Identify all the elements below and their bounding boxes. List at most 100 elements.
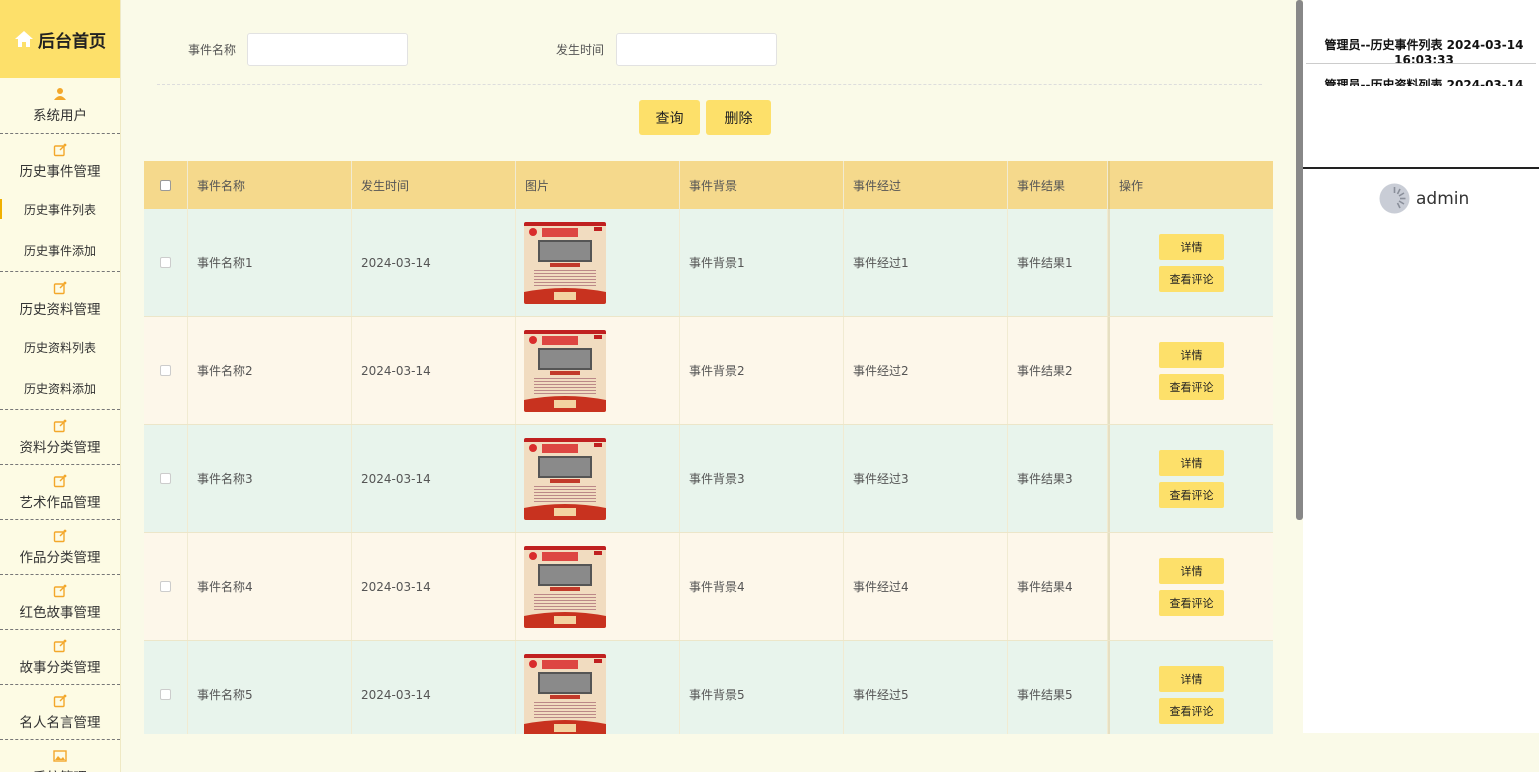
row-checkbox[interactable] — [160, 473, 171, 484]
table-row: 事件名称5 2024-03-14 事件背景5 事件经过5 事件结果5 详情 查看评论 — [144, 641, 1273, 734]
sidebar-item-8[interactable]: 名人名言管理 — [0, 685, 120, 740]
detail-button[interactable]: 详情 — [1159, 233, 1224, 260]
event-background-cell: 事件背景5 — [680, 641, 844, 734]
sidebar-item-0[interactable]: 系统用户 — [0, 78, 120, 134]
event-image-cell — [516, 533, 680, 640]
event-name-cell: 事件名称2 — [188, 317, 352, 424]
panel-divider — [1303, 167, 1539, 169]
submenu-item[interactable]: 历史事件列表 — [0, 189, 120, 230]
event-card-image[interactable] — [524, 653, 606, 735]
row-checkbox-cell — [144, 209, 188, 316]
event-card-image[interactable] — [524, 545, 606, 628]
event-result-cell: 事件结果3 — [1008, 425, 1108, 532]
header-background: 事件背景 — [680, 161, 844, 209]
event-result-cell: 事件结果1 — [1008, 209, 1108, 316]
row-checkbox-cell — [144, 533, 188, 640]
row-checkbox[interactable] — [160, 689, 171, 700]
row-checkbox[interactable] — [160, 581, 171, 592]
time-input[interactable] — [616, 33, 777, 66]
edit-icon — [53, 584, 67, 598]
actions-cell: 详情 查看评论 — [1108, 641, 1273, 734]
edit-icon — [53, 529, 67, 543]
sidebar-item-7[interactable]: 故事分类管理 — [0, 630, 120, 685]
event-process-cell: 事件经过1 — [844, 209, 1008, 316]
sidebar-item-label: 红色故事管理 — [19, 604, 101, 621]
event-card-image[interactable] — [524, 221, 606, 304]
right-panel: 管理员--历史事件列表 2024-03-14 16:03:33 管理员--历史资… — [1303, 0, 1539, 733]
sidebar-item-label: 系统管理 — [33, 766, 87, 772]
detail-button[interactable]: 详情 — [1159, 665, 1224, 692]
scrollbar[interactable] — [1296, 0, 1303, 520]
select-all-cell — [144, 161, 188, 209]
table-row: 事件名称3 2024-03-14 事件背景3 事件经过3 事件结果3 详情 查看评论 — [144, 425, 1273, 533]
header-time: 发生时间 — [352, 161, 516, 209]
sidebar-item-6[interactable]: 红色故事管理 — [0, 575, 120, 630]
sidebar-item-2[interactable]: 历史资料管理 — [0, 272, 120, 327]
sidebar-item-9[interactable]: 系统管理 — [0, 740, 120, 772]
event-name-cell: 事件名称1 — [188, 209, 352, 316]
events-table: 事件名称 发生时间 图片 事件背景 事件经过 事件结果 操作 事件名称1 2024… — [144, 161, 1273, 734]
edit-icon — [53, 281, 67, 295]
view-comments-button[interactable]: 查看评论 — [1159, 697, 1224, 724]
event-result-cell: 事件结果5 — [1008, 641, 1108, 734]
event-name-cell: 事件名称3 — [188, 425, 352, 532]
event-name-cell: 事件名称5 — [188, 641, 352, 734]
home-link[interactable]: 后台首页 — [0, 0, 120, 78]
event-time-cell: 2024-03-14 — [352, 425, 516, 532]
view-comments-button[interactable]: 查看评论 — [1159, 373, 1224, 400]
edit-icon — [53, 143, 67, 157]
sidebar-item-5[interactable]: 作品分类管理 — [0, 520, 120, 575]
table-row: 事件名称4 2024-03-14 事件背景4 事件经过4 事件结果4 详情 查看评论 — [144, 533, 1273, 641]
header-image: 图片 — [516, 161, 680, 209]
sidebar-item-1[interactable]: 历史事件管理 — [0, 134, 120, 189]
row-checkbox-cell — [144, 425, 188, 532]
edit-icon — [53, 474, 67, 488]
header-actions: 操作 — [1108, 161, 1273, 209]
event-background-cell: 事件背景3 — [680, 425, 844, 532]
select-all-checkbox[interactable] — [160, 179, 171, 191]
submenu: 历史资料列表 历史资料添加 — [0, 327, 120, 410]
header-process: 事件经过 — [844, 161, 1008, 209]
event-result-cell: 事件结果2 — [1008, 317, 1108, 424]
event-image-cell — [516, 209, 680, 316]
event-card-image[interactable] — [524, 329, 606, 412]
query-button[interactable]: 查询 — [639, 100, 700, 135]
edit-icon — [53, 694, 67, 708]
name-input[interactable] — [247, 33, 408, 66]
search-bar: 事件名称 发生时间 — [122, 33, 1295, 66]
sidebar-item-label: 名人名言管理 — [19, 714, 101, 731]
event-time-cell: 2024-03-14 — [352, 533, 516, 640]
event-card-image[interactable] — [524, 437, 606, 520]
submenu-item[interactable]: 历史事件添加 — [0, 230, 120, 271]
user-info[interactable]: admin — [1379, 183, 1469, 214]
row-checkbox-cell — [144, 641, 188, 734]
view-comments-button[interactable]: 查看评论 — [1159, 481, 1224, 508]
avatar — [1379, 183, 1410, 214]
detail-button[interactable]: 详情 — [1159, 449, 1224, 476]
event-result-cell: 事件结果4 — [1008, 533, 1108, 640]
detail-button[interactable]: 详情 — [1159, 341, 1224, 368]
detail-button[interactable]: 详情 — [1159, 557, 1224, 584]
row-checkbox[interactable] — [160, 365, 171, 376]
view-comments-button[interactable]: 查看评论 — [1159, 265, 1224, 292]
sidebar-item-label: 艺术作品管理 — [19, 494, 101, 511]
view-comments-button[interactable]: 查看评论 — [1159, 589, 1224, 616]
event-background-cell: 事件背景4 — [680, 533, 844, 640]
delete-button[interactable]: 删除 — [706, 100, 771, 135]
sidebar-item-label: 历史资料管理 — [19, 302, 101, 318]
submenu-item[interactable]: 历史资料添加 — [0, 368, 120, 409]
home-icon — [15, 31, 33, 47]
row-checkbox[interactable] — [160, 257, 171, 268]
actions-cell: 详情 查看评论 — [1108, 533, 1273, 640]
sidebar-item-3[interactable]: 资料分类管理 — [0, 410, 120, 465]
submenu-item[interactable]: 历史资料列表 — [0, 327, 120, 368]
header-result: 事件结果 — [1008, 161, 1108, 209]
table-row: 事件名称1 2024-03-14 事件背景1 事件经过1 事件结果1 详情 查看评论 — [144, 209, 1273, 317]
sidebar-item-label: 资料分类管理 — [19, 439, 101, 456]
submenu: 历史事件列表 历史事件添加 — [0, 189, 120, 272]
time-label: 发生时间 — [556, 43, 605, 57]
sidebar-item-4[interactable]: 艺术作品管理 — [0, 465, 120, 520]
header-name: 事件名称 — [188, 161, 352, 209]
actions-cell: 详情 查看评论 — [1108, 209, 1273, 316]
history-tab-2[interactable]: 管理员--历史资料列表 2024-03-14 — [1303, 78, 1539, 86]
